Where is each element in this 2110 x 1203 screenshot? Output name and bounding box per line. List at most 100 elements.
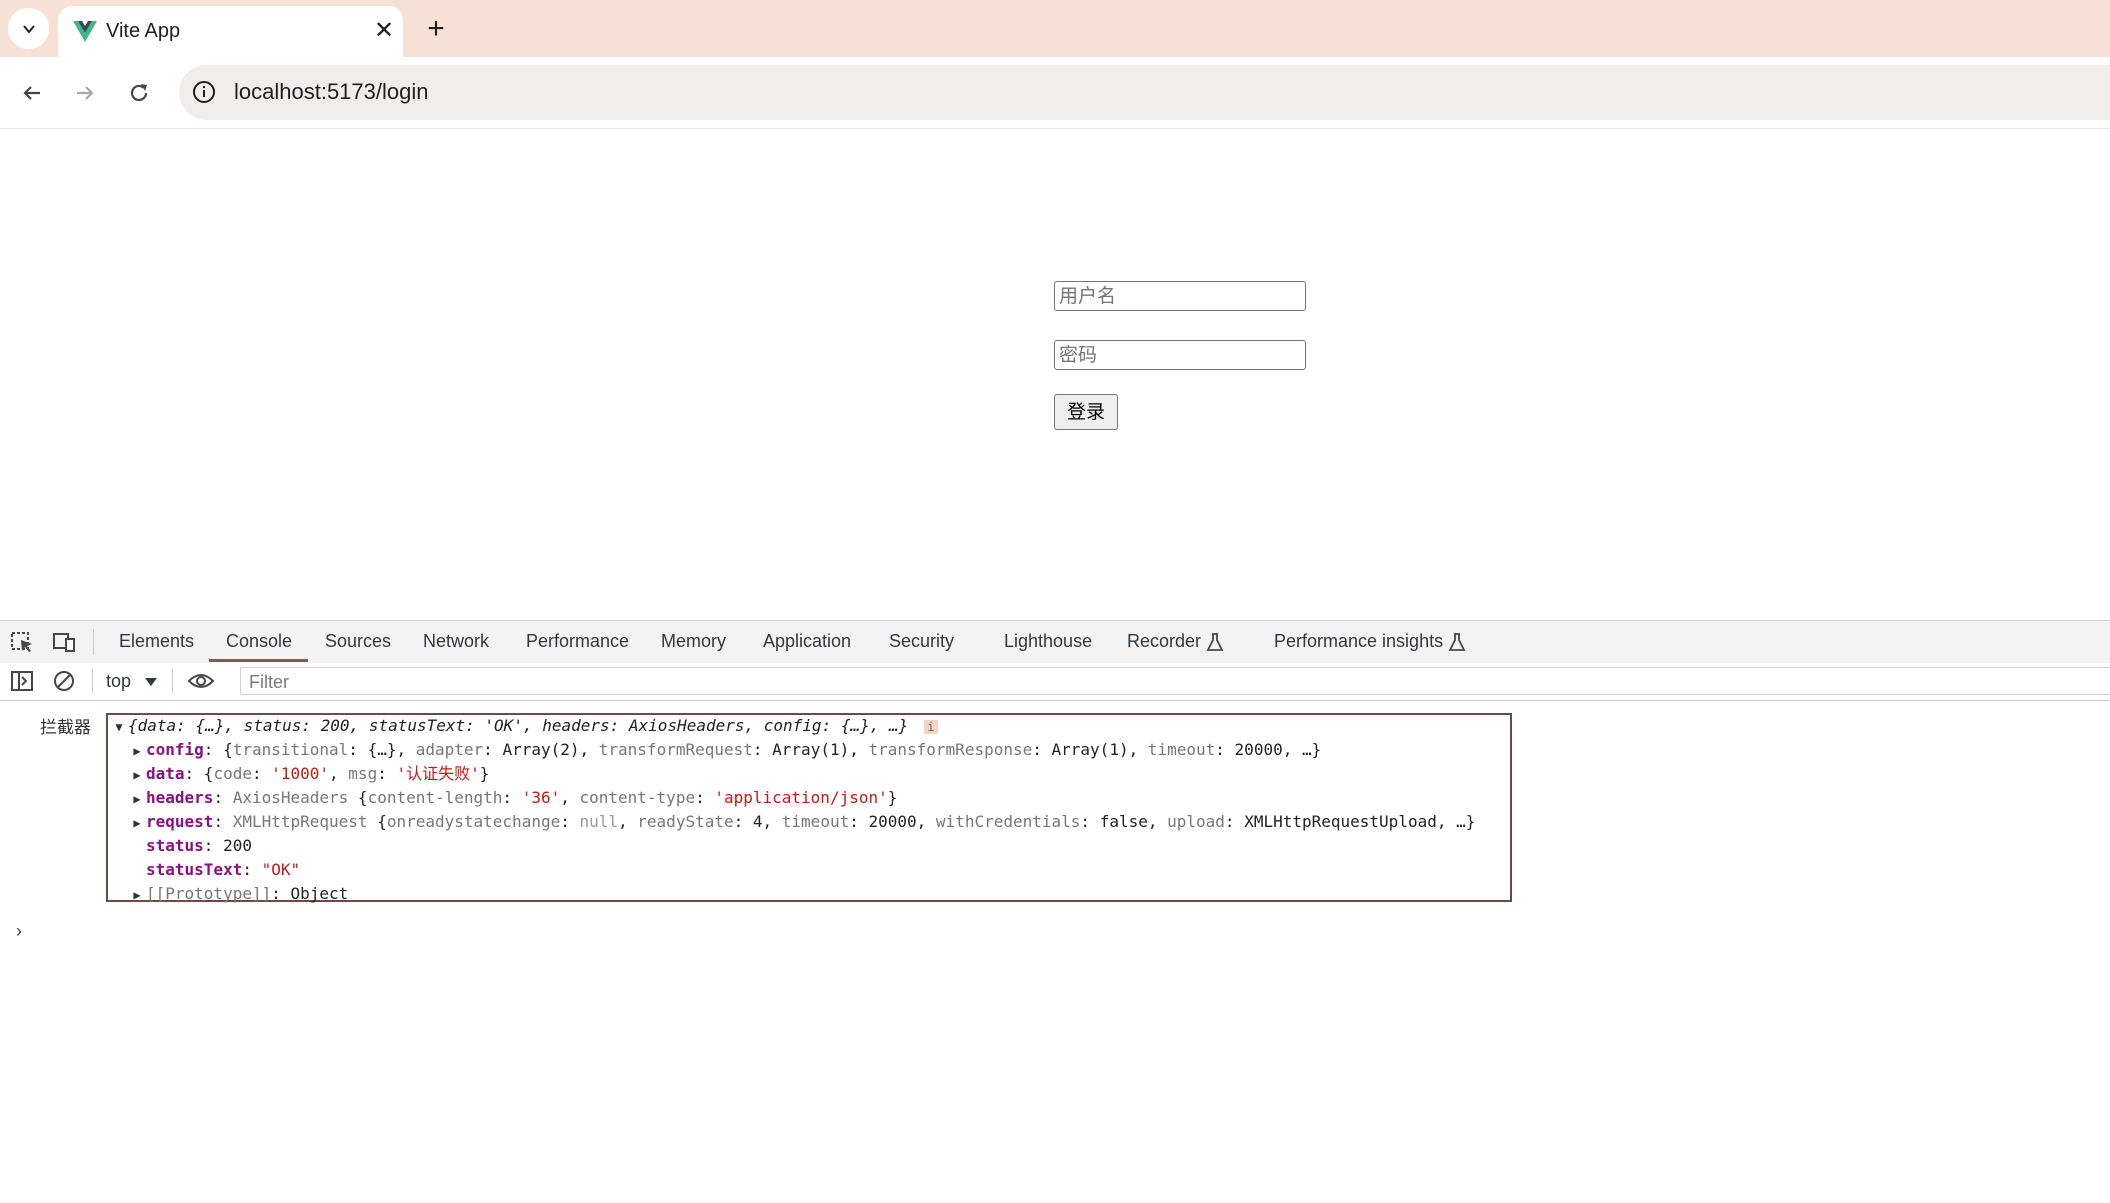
logged-response-object: ▼ {data: {…}, status: 200, statusText: 'O… [106, 713, 1512, 903]
prop-key: transformRequest [598, 740, 753, 759]
tab-security[interactable]: Security [889, 621, 954, 662]
prop-value: 4 [752, 812, 763, 831]
address-bar[interactable]: localhost:5173/login [179, 65, 2110, 120]
prop-row-status: status: 200 [146, 836, 252, 855]
flask-icon [1448, 633, 1466, 651]
login-button[interactable]: 登录 [1054, 394, 1118, 430]
dropdown-triangle-icon [145, 678, 158, 686]
prop-key: withCredentials [935, 812, 1081, 831]
prop-key: onreadystatechange [386, 812, 561, 831]
collapsed-triangle-icon[interactable]: ▶ [128, 787, 146, 811]
url-text[interactable]: localhost:5173/login [234, 79, 428, 105]
filter-placeholder: Filter [249, 672, 289, 692]
prop-value: Array(1) [772, 740, 850, 759]
prop-key: transitional [232, 740, 349, 759]
prop-key: request [146, 812, 214, 831]
tab-recorder[interactable]: Recorder [1127, 621, 1201, 662]
prop-value: Object [290, 884, 349, 903]
password-input[interactable] [1054, 340, 1306, 370]
device-toolbar-icon[interactable] [51, 630, 77, 654]
tab-performance-insights[interactable]: Performance insights [1274, 621, 1443, 662]
back-button[interactable] [13, 74, 51, 112]
flask-icon [1206, 633, 1224, 651]
prop-tail: , …} [1436, 812, 1476, 831]
prop-value: '1000' [271, 764, 330, 783]
prop-value: Array(2) [502, 740, 580, 759]
prop-key: timeout [1147, 740, 1216, 759]
prop-row-headers[interactable]: ▶ headers: AxiosHeaders {content-length: … [128, 786, 897, 810]
active-tab-indicator [209, 659, 308, 662]
collapsed-triangle-icon[interactable]: ▶ [128, 811, 146, 835]
prop-key: timeout [781, 812, 850, 831]
back-arrow-icon [23, 86, 40, 100]
tab-lighthouse[interactable]: Lighthouse [1004, 621, 1092, 662]
tab-title: Vite App [106, 20, 181, 42]
tab-application[interactable]: Application [763, 621, 851, 662]
browser-toolbar: localhost:5173/login [0, 57, 2110, 129]
console-prompt[interactable]: › [16, 921, 22, 942]
collapsed-triangle-icon[interactable]: ▶ [128, 739, 146, 763]
context-label: top [106, 671, 132, 691]
prop-value: {…} [367, 740, 397, 759]
prop-row-config[interactable]: ▶ config: {transitional: {…}, adapter: Ar… [128, 738, 1321, 762]
object-summary: {data: {…}, status: 200, statusText: 'OK… [128, 716, 909, 735]
info-icon[interactable] [191, 79, 217, 105]
reload-button[interactable] [120, 74, 158, 112]
console-toolbar: top Filter [0, 663, 2110, 701]
console-filter-input[interactable]: Filter [240, 667, 2110, 695]
prop-value: 'application/json' [714, 788, 888, 807]
prop-value: null [579, 812, 619, 831]
sidebar-toggle-icon[interactable] [10, 670, 34, 692]
prop-type: XMLHttpRequest [232, 812, 368, 831]
prop-row-prototype[interactable]: ▶ [[Prototype]]: Object [128, 882, 348, 906]
username-input[interactable] [1054, 281, 1306, 311]
prop-value: Array(1) [1051, 740, 1129, 759]
prop-tail: , …} [1282, 740, 1322, 759]
close-icon[interactable]: ✕ [371, 18, 397, 44]
collapsed-triangle-icon[interactable]: ▶ [128, 883, 146, 907]
tab-network[interactable]: Network [423, 621, 489, 662]
prop-key: content-length [367, 788, 503, 807]
prop-value: XMLHttpRequestUpload [1244, 812, 1437, 831]
eye-icon[interactable] [187, 671, 215, 691]
prop-row-request[interactable]: ▶ request: XMLHttpRequest {onreadystatech… [128, 810, 1475, 834]
prop-key: adapter [415, 740, 484, 759]
prop-type: AxiosHeaders [232, 788, 349, 807]
collapsed-triangle-icon[interactable]: ▶ [128, 763, 146, 787]
prop-row-data[interactable]: ▶ data: {code: '1000', msg: '认证失败'} [128, 762, 489, 786]
prop-key: statusText [146, 860, 243, 879]
object-summary-row[interactable]: ▼ {data: {…}, status: 200, statusText: 'O… [110, 714, 938, 738]
toolbar-divider [93, 629, 94, 655]
prop-value: '36' [521, 788, 561, 807]
devtools-tab-bar: Elements Console Sources Network Perform… [0, 620, 2110, 664]
expanded-triangle-icon[interactable]: ▼ [110, 715, 128, 739]
tab-memory[interactable]: Memory [661, 621, 726, 662]
context-selector[interactable]: top [106, 663, 158, 699]
info-badge-icon[interactable]: i [923, 720, 938, 734]
toolbar-divider [172, 669, 173, 693]
browser-tab[interactable]: Vite App ✕ [58, 6, 403, 57]
tab-search-button[interactable] [8, 8, 49, 49]
prop-value: 200 [223, 836, 252, 855]
chevron-down-icon [22, 24, 35, 34]
tab-console[interactable]: Console [226, 621, 292, 662]
tab-elements[interactable]: Elements [119, 621, 194, 662]
inspect-element-icon[interactable] [10, 630, 36, 654]
prop-key: headers [146, 788, 214, 807]
page-viewport: 登录 [0, 129, 2110, 620]
reload-icon [130, 84, 148, 102]
prop-row-statustext: statusText: "OK" [146, 860, 301, 879]
prop-key: msg [348, 764, 378, 783]
prop-value: false [1099, 812, 1148, 831]
prop-key: [[Prototype]] [146, 884, 272, 903]
forward-button[interactable] [66, 74, 104, 112]
prop-key: content-type [579, 788, 696, 807]
prop-key: config [146, 740, 204, 759]
devtools-panel: Elements Console Sources Network Perform… [0, 620, 2110, 1203]
new-tab-button[interactable]: + [420, 14, 452, 46]
tab-sources[interactable]: Sources [325, 621, 391, 662]
prop-key: code [213, 764, 252, 783]
clear-console-icon[interactable] [52, 669, 76, 693]
prop-value: 20000 [1234, 740, 1283, 759]
tab-performance[interactable]: Performance [526, 621, 629, 662]
